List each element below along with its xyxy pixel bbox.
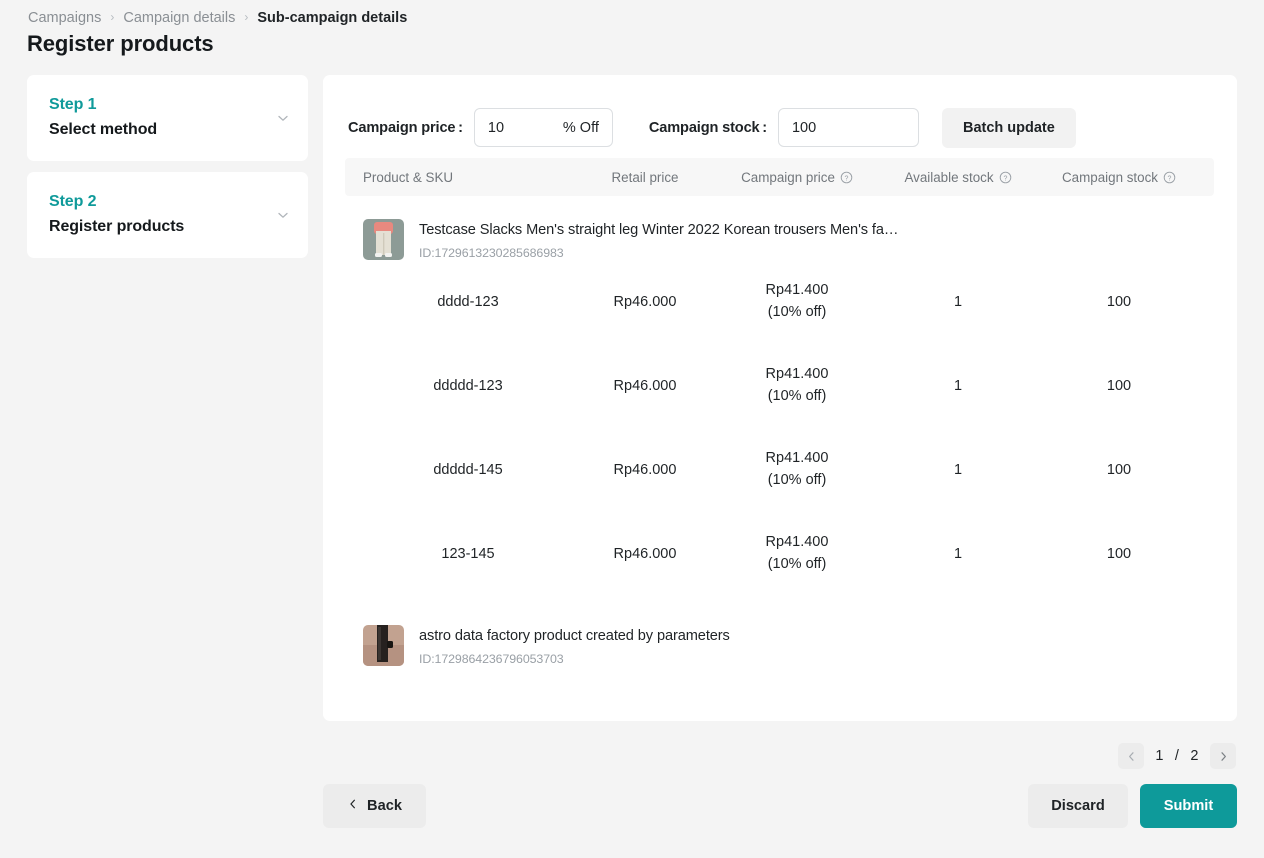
table-row: ddddd-145 Rp46.000 Rp41.400 (10% off) 1 … (345, 428, 1214, 512)
svg-text:?: ? (1168, 175, 1172, 182)
step-2-label: Register products (49, 215, 286, 238)
sku-code: 123-145 (345, 546, 573, 562)
sku-code: ddddd-145 (345, 462, 573, 478)
column-header-campaign-stock: Campaign stock ? (1039, 170, 1199, 185)
chevron-down-icon[interactable] (276, 111, 290, 125)
campaign-price-discount: (10% off) (717, 386, 877, 408)
svg-text:?: ? (1003, 175, 1007, 182)
product-meta: astro data factory product created by pa… (419, 625, 730, 666)
register-products-card: Campaign price : % Off Campaign stock : … (323, 75, 1237, 721)
help-circle-icon[interactable]: ? (840, 171, 853, 184)
available-stock: 1 (877, 294, 1039, 310)
breadcrumb-item-campaign-details[interactable]: Campaign details (123, 10, 235, 26)
table-row: 123-145 Rp46.000 Rp41.400 (10% off) 1 10… (345, 512, 1214, 596)
product-thumbnail[interactable] (363, 625, 404, 666)
discard-button[interactable]: Discard (1028, 784, 1128, 828)
submit-button[interactable]: Submit (1140, 784, 1237, 828)
campaign-price-cell: Rp41.400 (10% off) (717, 532, 877, 576)
pagination-total-pages: 2 (1183, 748, 1206, 764)
campaign-stock: 100 (1039, 378, 1199, 394)
svg-text:?: ? (844, 175, 848, 182)
back-button-label: Back (367, 798, 402, 814)
back-button[interactable]: Back (323, 784, 426, 828)
pagination: 1 / 2 (1118, 743, 1236, 769)
chevron-left-icon (347, 798, 359, 812)
products-table: Product & SKU Retail price Campaign pric… (345, 158, 1214, 666)
column-header-available-stock: Available stock ? (877, 170, 1039, 185)
campaign-price-label: Campaign price : (348, 120, 463, 136)
batch-update-button[interactable]: Batch update (942, 108, 1076, 148)
column-header-label: Product & SKU (363, 170, 453, 185)
campaign-price-value: Rp41.400 (717, 364, 877, 386)
available-stock: 1 (877, 546, 1039, 562)
step-card-select-method[interactable]: Step 1 Select method (27, 75, 308, 161)
retail-price: Rp46.000 (573, 378, 717, 394)
available-stock: 1 (877, 378, 1039, 394)
sku-code: dddd-123 (345, 294, 573, 310)
batch-toolbar: Campaign price : % Off Campaign stock : … (323, 75, 1237, 158)
retail-price: Rp46.000 (573, 546, 717, 562)
campaign-price-field[interactable]: % Off (474, 108, 613, 147)
campaign-price-value: Rp41.400 (717, 280, 877, 302)
product-name: astro data factory product created by pa… (419, 627, 730, 646)
page-title: Register products (27, 31, 214, 57)
column-header-label: Campaign price (741, 170, 835, 185)
breadcrumb-separator: › (244, 11, 248, 23)
column-header-label: Available stock (904, 170, 993, 185)
breadcrumb-item-sub-campaign-details: Sub-campaign details (257, 10, 407, 26)
step-1-number: Step 1 (49, 94, 286, 117)
campaign-price-input[interactable] (488, 120, 546, 136)
sku-code: ddddd-123 (345, 378, 573, 394)
product-thumbnail[interactable] (363, 219, 404, 260)
help-circle-icon[interactable]: ? (1163, 171, 1176, 184)
table-row: ddddd-123 Rp46.000 Rp41.400 (10% off) 1 … (345, 344, 1214, 428)
campaign-price-discount: (10% off) (717, 302, 877, 324)
column-header-campaign-price: Campaign price ? (717, 170, 877, 185)
product-id: ID:1729864236796053703 (419, 652, 730, 666)
breadcrumb-separator: › (110, 11, 114, 23)
campaign-stock-input[interactable] (792, 120, 905, 136)
campaign-price-cell: Rp41.400 (10% off) (717, 448, 877, 492)
column-header-label: Campaign stock (1062, 170, 1158, 185)
campaign-price-value: Rp41.400 (717, 532, 877, 554)
product-id: ID:1729613230285686983 (419, 246, 898, 260)
campaign-stock: 100 (1039, 462, 1199, 478)
step-2-number: Step 2 (49, 191, 286, 214)
campaign-price-cell: Rp41.400 (10% off) (717, 280, 877, 324)
breadcrumb: Campaigns › Campaign details › Sub-campa… (28, 10, 407, 26)
table-header-row: Product & SKU Retail price Campaign pric… (345, 158, 1214, 196)
breadcrumb-item-campaigns[interactable]: Campaigns (28, 10, 101, 26)
product-name: Testcase Slacks Men's straight leg Winte… (419, 221, 898, 240)
column-header-label: Retail price (612, 170, 679, 185)
campaign-stock: 100 (1039, 546, 1199, 562)
pagination-next-button[interactable] (1210, 743, 1236, 769)
campaign-stock: 100 (1039, 294, 1199, 310)
retail-price: Rp46.000 (573, 294, 717, 310)
pagination-divider: / (1175, 748, 1180, 764)
product-group-header: astro data factory product created by pa… (345, 596, 1214, 666)
campaign-stock-field[interactable] (778, 108, 919, 147)
table-row: dddd-123 Rp46.000 Rp41.400 (10% off) 1 1… (345, 260, 1214, 344)
pagination-current-page: 1 (1148, 748, 1171, 764)
campaign-price-cell: Rp41.400 (10% off) (717, 364, 877, 408)
step-card-register-products[interactable]: Step 2 Register products (27, 172, 308, 258)
product-group-header: Testcase Slacks Men's straight leg Winte… (345, 196, 1214, 260)
campaign-price-discount: (10% off) (717, 554, 877, 576)
step-1-label: Select method (49, 118, 286, 141)
pagination-prev-button[interactable] (1118, 743, 1144, 769)
help-circle-icon[interactable]: ? (999, 171, 1012, 184)
step-rail: Step 1 Select method Step 2 Register pro… (27, 75, 308, 269)
available-stock: 1 (877, 462, 1039, 478)
campaign-price-value: Rp41.400 (717, 448, 877, 470)
campaign-price-discount: (10% off) (717, 470, 877, 492)
column-header-retail-price: Retail price (573, 170, 717, 185)
chevron-down-icon[interactable] (276, 208, 290, 222)
campaign-price-suffix: % Off (563, 120, 599, 136)
retail-price: Rp46.000 (573, 462, 717, 478)
campaign-stock-label: Campaign stock : (649, 120, 767, 136)
product-meta: Testcase Slacks Men's straight leg Winte… (419, 219, 898, 260)
column-header-product-sku: Product & SKU (345, 170, 573, 185)
